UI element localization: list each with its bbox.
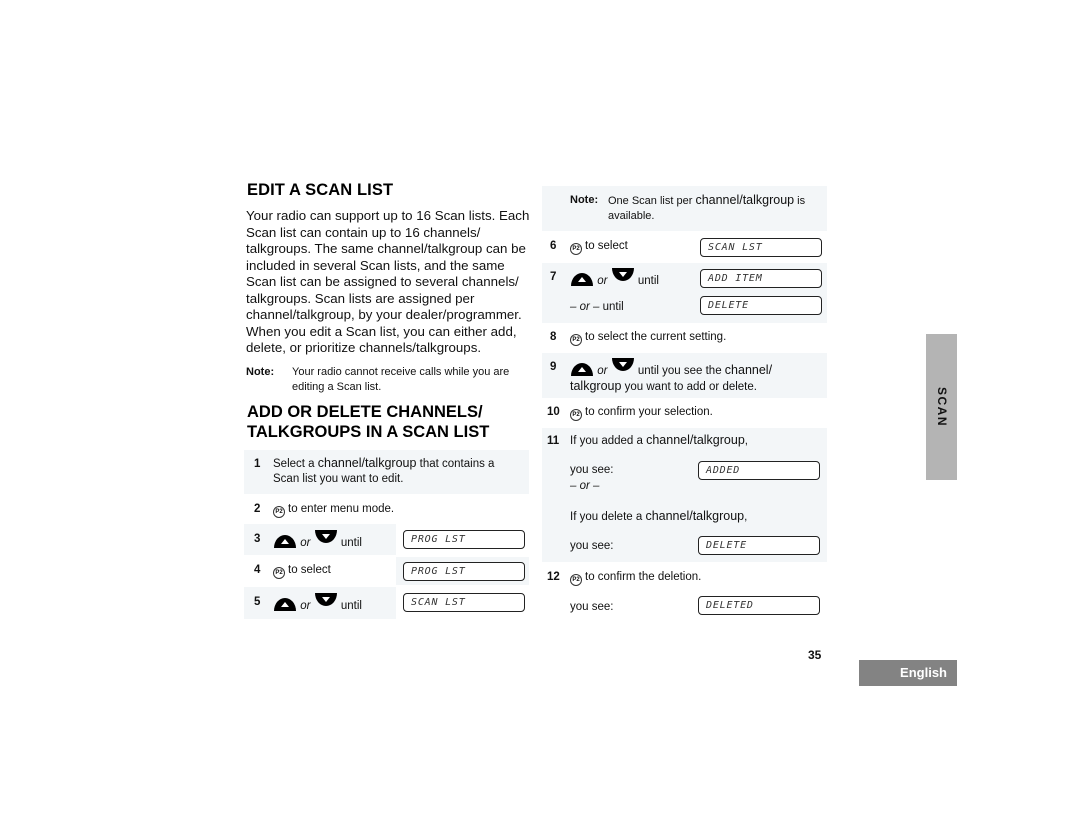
step-number: 5 [254, 596, 261, 608]
note-one-scan-list: Note: One Scan list per channel/talkgrou… [542, 186, 827, 231]
p2-button-icon: P2 [570, 409, 582, 421]
step-3: 3 or until [244, 524, 396, 555]
step-text: or until [273, 529, 362, 551]
section-title-edit-scan-list: EDIT A SCAN LIST [247, 181, 394, 199]
step-text: or until [273, 592, 362, 614]
step-text: P2 to confirm the deletion. [570, 570, 701, 586]
you-see-label: you see: [570, 464, 614, 476]
up-arrow-button-icon [571, 363, 593, 376]
step-number: 12 [547, 571, 560, 583]
step-number: 4 [254, 564, 261, 576]
page-number: 35 [808, 648, 822, 662]
down-arrow-button-icon [314, 530, 337, 543]
display-add-item: ADD ITEM [700, 269, 822, 288]
step-number: 11 [547, 435, 560, 447]
display-scan-lst-2: SCAN LST [700, 238, 822, 257]
step-number: 10 [547, 406, 560, 418]
you-see-label: you see: [570, 601, 614, 613]
step-text-delete: If you delete a channel/talkgroup, [570, 509, 748, 523]
display-deleted: DELETED [698, 596, 820, 615]
step-text: If you added a channel/talkgroup, [570, 433, 748, 447]
step-text: P2 to select [570, 239, 628, 255]
down-arrow-button-icon [611, 268, 634, 281]
display-prog-lst-2: PROG LST [403, 562, 525, 581]
step-10: 10 P2 to confirm your selection. [542, 400, 827, 426]
step-4: 4 P2 to select [244, 557, 396, 585]
step-text: P2 to select [273, 563, 331, 579]
step-number: 6 [550, 240, 557, 252]
p2-button-icon: P2 [570, 243, 582, 255]
step-number: 7 [550, 271, 557, 283]
step-text: P2 to confirm your selection. [570, 405, 713, 421]
note-text: Your radio cannot receive calls while yo… [292, 366, 510, 393]
note-text: One Scan list per channel/talkgroup is a… [608, 193, 806, 222]
you-see-label: you see: [570, 540, 614, 552]
step-8: 8 P2 to select the current setting. [542, 325, 827, 351]
section-title-add-delete: ADD OR DELETE CHANNELS/ TALKGROUPS IN A … [247, 402, 489, 442]
title-line-1: ADD OR DELETE CHANNELS/ [247, 403, 483, 421]
p2-button-icon: P2 [570, 574, 582, 586]
step-number: 8 [550, 331, 557, 343]
step-number: 3 [254, 533, 261, 545]
up-arrow-button-icon [571, 273, 593, 286]
down-arrow-button-icon [611, 358, 634, 371]
step-2: 2 P2 to enter menu mode. [244, 498, 529, 522]
p2-button-icon: P2 [273, 506, 285, 518]
intro-paragraph: Your radio can support up to 16 Scan lis… [246, 208, 530, 355]
step-text: or until you see the channel/talkgroup y… [570, 357, 820, 395]
step-text: P2 to enter menu mode. [273, 502, 394, 518]
display-delete: DELETE [700, 296, 822, 315]
display-delete-2: DELETE [698, 536, 820, 555]
note-label: Note: [246, 366, 275, 378]
step-text: P2 to select the current setting. [570, 330, 726, 346]
step-number: 9 [550, 361, 557, 373]
up-arrow-button-icon [274, 598, 296, 611]
display-prog-lst: PROG LST [403, 530, 525, 549]
step-text: Select a channel/talkgroup that contains… [273, 456, 495, 485]
display-added: ADDED [698, 461, 820, 480]
p2-button-icon: P2 [570, 334, 582, 346]
title-line-2: TALKGROUPS IN A SCAN LIST [247, 423, 490, 441]
step-7-alt-text: – or – until [570, 301, 624, 313]
display-scan-lst: SCAN LST [403, 593, 525, 612]
note-label: Note: [570, 194, 599, 206]
note-editing: Note: Your radio cannot receive calls wh… [246, 365, 531, 395]
step-number: 1 [254, 458, 261, 470]
p2-button-icon: P2 [273, 567, 285, 579]
step-5: 5 or until [244, 587, 396, 619]
step-1: 1 Select a channel/talkgroup that contai… [244, 450, 529, 494]
step-number: 2 [254, 503, 261, 515]
section-tab-scan: SCAN [926, 334, 957, 480]
step-text: or until [570, 267, 659, 289]
up-arrow-button-icon [274, 535, 296, 548]
section-tab-label: SCAN [934, 386, 949, 428]
language-tab-english: English [859, 660, 957, 686]
step-9: 9 or until you see the channel/talkgroup… [542, 353, 827, 398]
or-separator: – or – [570, 480, 600, 492]
down-arrow-button-icon [314, 593, 337, 606]
